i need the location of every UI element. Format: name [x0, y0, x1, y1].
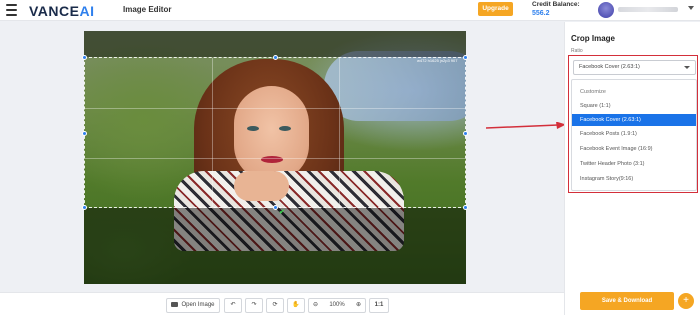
confirm-crop-icon[interactable]: ✔ [279, 208, 285, 216]
credit-label: Credit Balance: [532, 1, 580, 8]
ratio-select[interactable]: Facebook Cover (2.63:1) [573, 60, 696, 75]
zoom-out-icon[interactable]: ⊖ [313, 299, 318, 312]
crop-handle-bottom-left[interactable] [82, 205, 87, 210]
redo-button[interactable]: ↷ [245, 298, 263, 313]
ratio-label: Ratio [571, 48, 583, 54]
crop-handle-bottom-right[interactable] [463, 205, 468, 210]
plus-icon[interactable]: + [678, 293, 694, 309]
ratio-option-square[interactable]: Square (1:1) [572, 100, 696, 112]
arrow-annotation-icon [486, 122, 566, 129]
pan-button[interactable]: ✋ [287, 298, 305, 313]
hamburger-icon[interactable] [6, 4, 17, 16]
panel-title: Crop Image [571, 34, 616, 43]
zoom-value: 100% [329, 302, 345, 308]
ratio-option-facebook-posts[interactable]: Facebook Posts (1.9:1) [572, 128, 696, 140]
credit-balance: Credit Balance: 556.2 [532, 0, 580, 18]
hand-icon: ✋ [292, 302, 300, 308]
ratio-1-1-button[interactable]: 1:1 [369, 298, 389, 313]
credit-value: 556.2 [532, 10, 550, 17]
undo-icon: ↶ [230, 302, 236, 308]
ratio-option-customize[interactable]: Customize [572, 86, 696, 98]
open-image-button[interactable]: Open Image [166, 298, 220, 313]
crop-panel: Crop Image Ratio Facebook Cover (2.63:1)… [564, 22, 700, 315]
app-title: Image Editor [123, 5, 172, 14]
user-name-blurred[interactable] [618, 7, 678, 12]
crop-handle-right[interactable] [463, 131, 468, 136]
upgrade-button[interactable]: Upgrade [478, 2, 513, 16]
undo-button[interactable]: ↶ [224, 298, 242, 313]
rotate-button[interactable]: ⟳ [266, 298, 284, 313]
rotate-icon: ⟳ [272, 302, 278, 308]
crop-handle-top-left[interactable] [82, 55, 87, 60]
zoom-control: ⊖ 100% ⊕ [308, 298, 366, 313]
zoom-in-icon[interactable]: ⊕ [356, 299, 361, 312]
crop-dimension-label: w472 h1625 jn2p3 907 [417, 58, 458, 63]
crop-handle-left[interactable] [82, 131, 87, 136]
crop-handle-bottom[interactable] [273, 205, 278, 210]
folder-icon [171, 302, 179, 307]
top-header: VANCEAI Image Editor Upgrade Credit Bala… [0, 0, 700, 21]
ratio-dropdown: Customize Square (1:1) Facebook Cover (2… [571, 79, 697, 191]
canvas-area: w472 h1625 jn2p3 907 ✔ [0, 22, 564, 292]
logo-accent: AI [79, 3, 95, 19]
ratio-option-facebook-cover[interactable]: Facebook Cover (2.63:1) [572, 114, 696, 126]
avatar[interactable] [598, 2, 614, 18]
ratio-option-twitter-header[interactable]: Twitter Header Photo (3:1) [572, 158, 696, 170]
crop-handle-top-right[interactable] [463, 55, 468, 60]
ratio-select-value: Facebook Cover (2.63:1) [579, 64, 640, 70]
save-download-button[interactable]: Save & Download [580, 292, 674, 310]
chevron-down-icon[interactable] [688, 6, 694, 10]
redo-icon: ↷ [251, 302, 257, 308]
chevron-down-icon [684, 66, 690, 69]
bottom-toolbar: Open Image ↶ ↷ ⟳ ✋ ⊖ 100% ⊕ 1:1 [0, 292, 564, 315]
open-image-label: Open Image [181, 302, 215, 308]
ratio-option-instagram-story[interactable]: Instagram Story(9:16) [572, 173, 696, 185]
crop-frame[interactable] [84, 57, 466, 208]
ratio-option-facebook-event[interactable]: Facebook Event Image (16:9) [572, 143, 696, 155]
logo-main: VANCE [29, 3, 80, 19]
logo[interactable]: VANCEAI [29, 3, 94, 19]
crop-handle-top[interactable] [273, 55, 278, 60]
